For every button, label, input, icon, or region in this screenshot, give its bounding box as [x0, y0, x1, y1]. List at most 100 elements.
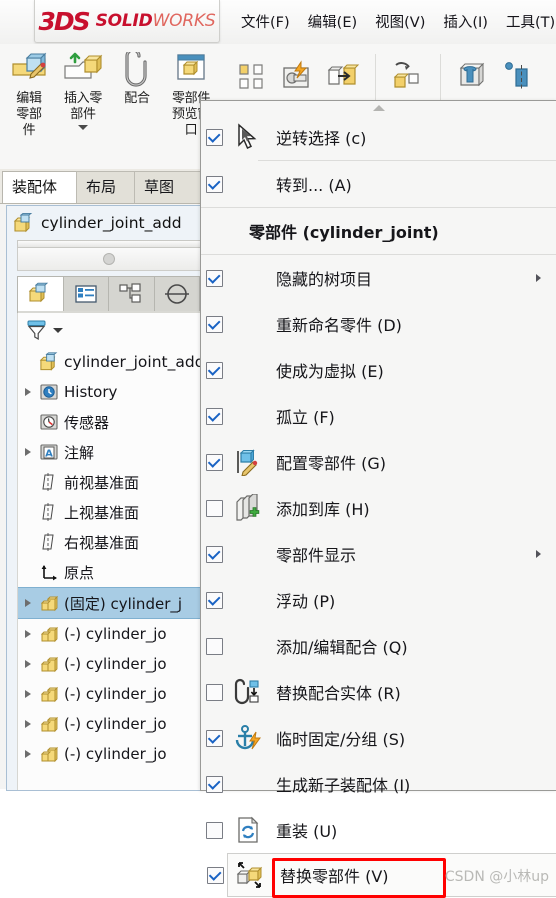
menu-checkbox[interactable]	[206, 821, 223, 839]
tree-item-component-5[interactable]: (-) cylinder_jo	[18, 739, 200, 769]
menu-item-add-edit-mate[interactable]: 添加/编辑配合 (Q)	[201, 623, 556, 669]
menu-item-add-to-library[interactable]: 添加到库 (H)	[201, 485, 556, 531]
menu-item-float[interactable]: 浮动 (P)	[201, 577, 556, 623]
menu-item-reload[interactable]: 重装 (U)	[201, 807, 556, 853]
menu-item-replace-mate-entity[interactable]: 替换配合实体 (R)	[201, 669, 556, 715]
menu-checkbox[interactable]	[206, 637, 223, 655]
tree-item-component-2[interactable]: (-) cylinder_jo	[18, 649, 200, 679]
document-title-row[interactable]: cylinder_joint_add	[13, 210, 182, 236]
expand-arrow-icon[interactable]	[22, 388, 34, 396]
menu-checkbox[interactable]	[206, 591, 223, 609]
document-title-text: cylinder_joint_add	[41, 214, 182, 232]
tree-filter-bar[interactable]	[17, 313, 208, 348]
menu-item-hidden-tree-items[interactable]: 隐藏的树项目	[201, 255, 556, 301]
linear-component-pattern-icon[interactable]	[236, 60, 270, 94]
configuration-manager-icon[interactable]	[109, 277, 155, 311]
panel-splitter[interactable]	[17, 240, 201, 248]
solidworks-logo[interactable]: 3DS SOLIDWORKS	[34, 0, 220, 43]
expand-arrow-icon[interactable]	[22, 690, 34, 698]
feature-manager-tree-icon[interactable]	[18, 277, 64, 311]
show-hide-components-icon[interactable]	[391, 60, 425, 94]
tree-item-origin[interactable]: 原点	[18, 557, 200, 587]
menu-item-rename-part[interactable]: 重新命名零件 (D)	[201, 301, 556, 347]
panel-splitter-grip[interactable]	[17, 248, 201, 271]
submenu-arrow-icon	[536, 550, 541, 558]
menu-checkbox[interactable]	[206, 499, 223, 517]
plane-icon	[39, 502, 59, 522]
menu-checkbox[interactable]	[207, 866, 224, 884]
menu-checkbox[interactable]	[206, 683, 223, 701]
tree-item-label: 传感器	[64, 413, 110, 432]
tree-root-node[interactable]: cylinder_joint_add	[18, 347, 200, 377]
menu-item-insert[interactable]: 插入(I)	[434, 8, 497, 35]
expand-arrow-icon[interactable]	[22, 599, 34, 607]
menu-checkbox[interactable]	[206, 128, 223, 146]
expand-arrow-icon[interactable]	[22, 660, 34, 668]
menu-checkbox[interactable]	[206, 729, 223, 747]
scroll-up-arrow-icon[interactable]	[201, 101, 556, 114]
filter-icon[interactable]	[25, 319, 49, 341]
menu-item-edit[interactable]: 编辑(E)	[299, 8, 366, 35]
reference-geometry-icon[interactable]	[501, 60, 535, 94]
menu-item-label: 使成为虚拟 (E)	[276, 362, 384, 381]
menu-item-isolate[interactable]: 孤立 (F)	[201, 393, 556, 439]
menu-item-temporary-fix-group[interactable]: 临时固定/分组 (S)	[201, 715, 556, 761]
menu-item-file[interactable]: 文件(F)	[232, 8, 299, 35]
menu-item-configure-component[interactable]: 配置零部件 (G)	[201, 439, 556, 485]
tree-item-right-plane[interactable]: 右视基准面	[18, 527, 200, 557]
tree-item-component-fixed[interactable]: (固定) cylinder_j	[18, 587, 200, 619]
menu-item-go-to[interactable]: 转到... (A)	[201, 161, 556, 207]
smart-fasteners-icon[interactable]	[281, 60, 315, 94]
replace-components-icon	[236, 861, 264, 889]
menu-checkbox[interactable]	[206, 545, 223, 563]
assembly-icon	[13, 213, 34, 233]
ribbon-label-edit-component-2: 零部	[16, 107, 42, 122]
expand-arrow-icon[interactable]	[22, 630, 34, 638]
tree-item-annotations[interactable]: A 注解	[18, 437, 200, 467]
menu-item-form-new-subassembly[interactable]: 生成新子装配体 (I)	[201, 761, 556, 807]
tree-item-history[interactable]: History	[18, 377, 200, 407]
tree-item-sensors[interactable]: 传感器	[18, 407, 200, 437]
menu-item-label: 孤立 (F)	[276, 408, 335, 427]
expand-arrow-icon[interactable]	[22, 720, 34, 728]
menu-item-replace-components[interactable]: 替换零部件 (V) CSDN @小林up	[207, 853, 556, 898]
menu-item-view[interactable]: 视图(V)	[366, 8, 434, 35]
plane-icon	[39, 472, 59, 492]
menu-checkbox[interactable]	[206, 175, 223, 193]
menu-item-label: 添加/编辑配合 (Q)	[276, 638, 408, 657]
menu-checkbox[interactable]	[206, 315, 223, 333]
component-preview-window-icon	[171, 52, 211, 90]
tree-item-top-plane[interactable]: 上视基准面	[18, 497, 200, 527]
property-manager-icon[interactable]	[63, 277, 109, 311]
toolbar-divider-2	[440, 54, 441, 100]
tree-item-component-3[interactable]: (-) cylinder_jo	[18, 679, 200, 709]
menu-item-make-virtual[interactable]: 使成为虚拟 (E)	[201, 347, 556, 393]
tab-sketch[interactable]: 草图	[134, 171, 208, 203]
menu-checkbox[interactable]	[206, 269, 223, 287]
chevron-down-icon[interactable]	[53, 327, 63, 333]
context-menu: 逆转选择 (c) 转到... (A) 零部件 (cylinder_joint) …	[200, 100, 556, 898]
ribbon-button-insert-components[interactable]: 插入零 部件	[56, 48, 110, 130]
assembly-features-icon[interactable]	[456, 60, 490, 94]
expand-arrow-icon[interactable]	[22, 750, 34, 758]
ribbon-button-mate[interactable]: 配合	[110, 48, 164, 106]
chevron-down-icon[interactable]	[78, 125, 88, 130]
menu-checkbox[interactable]	[206, 407, 223, 425]
menu-checkbox[interactable]	[206, 453, 223, 471]
tree-item-label: (-) cylinder_jo	[64, 685, 167, 703]
menu-item-tools[interactable]: 工具(T)	[497, 8, 556, 35]
expand-arrow-icon[interactable]	[22, 448, 34, 456]
menu-item-invert-selection[interactable]: 逆转选择 (c)	[201, 114, 556, 160]
move-component-icon[interactable]	[326, 60, 360, 94]
menu-item-component-display[interactable]: 零部件显示	[201, 531, 556, 577]
tree-item-component-1[interactable]: (-) cylinder_jo	[18, 619, 200, 649]
menu-item-label: 重装 (U)	[276, 822, 338, 841]
tree-root-label: cylinder_joint_add	[64, 353, 200, 371]
dimxpert-manager-icon[interactable]	[154, 277, 200, 311]
mate-icon	[117, 52, 157, 90]
ribbon-button-edit-component[interactable]: 编辑 零部 件	[2, 48, 56, 138]
menu-checkbox[interactable]	[206, 361, 223, 379]
tree-item-front-plane[interactable]: 前视基准面	[18, 467, 200, 497]
menu-checkbox[interactable]	[206, 775, 223, 793]
tree-item-component-4[interactable]: (-) cylinder_jo	[18, 709, 200, 739]
